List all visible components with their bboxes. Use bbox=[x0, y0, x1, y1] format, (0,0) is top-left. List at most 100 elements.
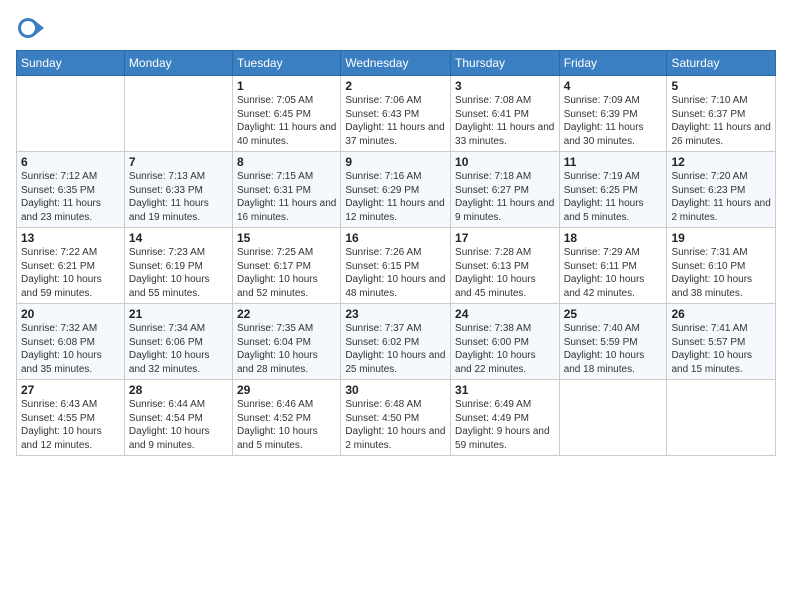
calendar-cell: 15Sunrise: 7:25 AMSunset: 6:17 PMDayligh… bbox=[233, 228, 341, 304]
day-info: Sunrise: 7:05 AMSunset: 6:45 PMDaylight:… bbox=[237, 95, 336, 147]
day-number: 14 bbox=[129, 231, 228, 245]
calendar-cell: 19 Sunrise: 7:31 AMSunset: 6:10 PMDayligh… bbox=[667, 228, 776, 304]
calendar-cell: 26 Sunrise: 7:41 AMSunset: 5:57 PMDayligh… bbox=[667, 304, 776, 380]
header bbox=[16, 10, 776, 42]
calendar-cell: 3 Sunrise: 7:08 AMSunset: 6:41 PMDaylight… bbox=[451, 76, 560, 152]
day-number: 15 bbox=[237, 231, 336, 245]
day-info: Sunrise: 6:48 AMSunset: 4:50 PMDaylight:… bbox=[345, 399, 445, 451]
weekday-header-tuesday: Tuesday bbox=[233, 51, 341, 76]
calendar-cell: 25 Sunrise: 7:40 AMSunset: 5:59 PMDayligh… bbox=[559, 304, 667, 380]
day-number: 13 bbox=[21, 231, 120, 245]
calendar-cell: 23 Sunrise: 7:37 AMSunset: 6:02 PMDayligh… bbox=[341, 304, 451, 380]
day-number: 8 bbox=[237, 155, 336, 169]
day-number: 10 bbox=[455, 155, 555, 169]
day-number: 27 bbox=[21, 383, 120, 397]
day-number: 18 bbox=[564, 231, 663, 245]
day-info: Sunrise: 7:23 AMSunset: 6:19 PMDaylight:… bbox=[129, 247, 210, 299]
day-number: 31 bbox=[455, 383, 555, 397]
calendar-cell: 10 Sunrise: 7:18 AMSunset: 6:27 PMDayligh… bbox=[451, 152, 560, 228]
day-info: Sunrise: 6:44 AMSunset: 4:54 PMDaylight:… bbox=[129, 399, 210, 451]
day-info: Sunrise: 7:19 AMSunset: 6:25 PMDaylight:… bbox=[564, 171, 644, 223]
day-info: Sunrise: 7:41 AMSunset: 5:57 PMDaylight:… bbox=[671, 323, 752, 375]
calendar-cell: 6 Sunrise: 7:12 AMSunset: 6:35 PMDaylight… bbox=[17, 152, 125, 228]
calendar-cell: 20 Sunrise: 7:32 AMSunset: 6:08 PMDayligh… bbox=[17, 304, 125, 380]
day-number: 11 bbox=[564, 155, 663, 169]
calendar-cell: 14 Sunrise: 7:23 AMSunset: 6:19 PMDayligh… bbox=[124, 228, 232, 304]
day-info: Sunrise: 7:40 AMSunset: 5:59 PMDaylight:… bbox=[564, 323, 645, 375]
day-number: 21 bbox=[129, 307, 228, 321]
day-info: Sunrise: 7:12 AMSunset: 6:35 PMDaylight:… bbox=[21, 171, 101, 223]
logo bbox=[16, 14, 48, 42]
day-info: Sunrise: 7:18 AMSunset: 6:27 PMDaylight:… bbox=[455, 171, 554, 223]
day-number: 4 bbox=[564, 79, 663, 93]
day-info: Sunrise: 6:43 AMSunset: 4:55 PMDaylight:… bbox=[21, 399, 102, 451]
day-info: Sunrise: 7:34 AMSunset: 6:06 PMDaylight:… bbox=[129, 323, 210, 375]
weekday-header-friday: Friday bbox=[559, 51, 667, 76]
calendar-cell: 22 Sunrise: 7:35 AMSunset: 6:04 PMDayligh… bbox=[233, 304, 341, 380]
day-info: Sunrise: 7:26 AMSunset: 6:15 PMDaylight:… bbox=[345, 247, 445, 299]
calendar-table: SundayMondayTuesdayWednesdayThursdayFrid… bbox=[16, 50, 776, 456]
calendar-cell: 13Sunrise: 7:22 AMSunset: 6:21 PMDayligh… bbox=[17, 228, 125, 304]
weekday-header-saturday: Saturday bbox=[667, 51, 776, 76]
calendar-cell: 29 Sunrise: 6:46 AMSunset: 4:52 PMDayligh… bbox=[233, 380, 341, 456]
day-number: 22 bbox=[237, 307, 336, 321]
day-number: 3 bbox=[455, 79, 555, 93]
day-number: 25 bbox=[564, 307, 663, 321]
weekday-header-thursday: Thursday bbox=[451, 51, 560, 76]
calendar-cell bbox=[124, 76, 232, 152]
calendar-cell: 30 Sunrise: 6:48 AMSunset: 4:50 PMDayligh… bbox=[341, 380, 451, 456]
day-number: 12 bbox=[671, 155, 771, 169]
day-info: Sunrise: 7:35 AMSunset: 6:04 PMDaylight:… bbox=[237, 323, 318, 375]
day-number: 17 bbox=[455, 231, 555, 245]
day-info: Sunrise: 7:37 AMSunset: 6:02 PMDaylight:… bbox=[345, 323, 445, 375]
calendar-cell: 21 Sunrise: 7:34 AMSunset: 6:06 PMDayligh… bbox=[124, 304, 232, 380]
day-info: Sunrise: 7:38 AMSunset: 6:00 PMDaylight:… bbox=[455, 323, 536, 375]
calendar-cell: 16 Sunrise: 7:26 AMSunset: 6:15 PMDayligh… bbox=[341, 228, 451, 304]
calendar-cell: 31 Sunrise: 6:49 AMSunset: 4:49 PMDayligh… bbox=[451, 380, 560, 456]
day-number: 7 bbox=[129, 155, 228, 169]
day-info: Sunrise: 6:46 AMSunset: 4:52 PMDaylight:… bbox=[237, 399, 318, 451]
day-number: 1 bbox=[237, 79, 336, 93]
day-info: Sunrise: 7:15 AMSunset: 6:31 PMDaylight:… bbox=[237, 171, 336, 223]
calendar-cell bbox=[17, 76, 125, 152]
week-row-3: 20 Sunrise: 7:32 AMSunset: 6:08 PMDayligh… bbox=[17, 304, 776, 380]
day-number: 5 bbox=[671, 79, 771, 93]
day-info: Sunrise: 7:09 AMSunset: 6:39 PMDaylight:… bbox=[564, 95, 644, 147]
day-number: 30 bbox=[345, 383, 446, 397]
day-info: Sunrise: 7:29 AMSunset: 6:11 PMDaylight:… bbox=[564, 247, 645, 299]
calendar-cell: 8 Sunrise: 7:15 AMSunset: 6:31 PMDaylight… bbox=[233, 152, 341, 228]
day-number: 2 bbox=[345, 79, 446, 93]
weekday-header-monday: Monday bbox=[124, 51, 232, 76]
calendar-cell: 4 Sunrise: 7:09 AMSunset: 6:39 PMDaylight… bbox=[559, 76, 667, 152]
day-number: 20 bbox=[21, 307, 120, 321]
weekday-header-sunday: Sunday bbox=[17, 51, 125, 76]
day-number: 28 bbox=[129, 383, 228, 397]
day-number: 29 bbox=[237, 383, 336, 397]
day-number: 19 bbox=[671, 231, 771, 245]
calendar-cell: 27 Sunrise: 6:43 AMSunset: 4:55 PMDayligh… bbox=[17, 380, 125, 456]
weekday-header-row: SundayMondayTuesdayWednesdayThursdayFrid… bbox=[17, 51, 776, 76]
week-row-4: 27 Sunrise: 6:43 AMSunset: 4:55 PMDayligh… bbox=[17, 380, 776, 456]
day-info: Sunrise: 7:31 AMSunset: 6:10 PMDaylight:… bbox=[671, 247, 752, 299]
day-number: 26 bbox=[671, 307, 771, 321]
calendar-cell: 5 Sunrise: 7:10 AMSunset: 6:37 PMDaylight… bbox=[667, 76, 776, 152]
day-info: Sunrise: 7:20 AMSunset: 6:23 PMDaylight:… bbox=[671, 171, 770, 223]
day-info: Sunrise: 7:13 AMSunset: 6:33 PMDaylight:… bbox=[129, 171, 209, 223]
calendar-cell bbox=[559, 380, 667, 456]
weekday-header-wednesday: Wednesday bbox=[341, 51, 451, 76]
logo-icon bbox=[16, 14, 44, 42]
week-row-0: 1 Sunrise: 7:05 AMSunset: 6:45 PMDaylight… bbox=[17, 76, 776, 152]
day-info: Sunrise: 7:10 AMSunset: 6:37 PMDaylight:… bbox=[671, 95, 770, 147]
day-number: 16 bbox=[345, 231, 446, 245]
day-number: 6 bbox=[21, 155, 120, 169]
day-info: Sunrise: 7:08 AMSunset: 6:41 PMDaylight:… bbox=[455, 95, 554, 147]
day-info: Sunrise: 7:06 AMSunset: 6:43 PMDaylight:… bbox=[345, 95, 444, 147]
week-row-1: 6 Sunrise: 7:12 AMSunset: 6:35 PMDaylight… bbox=[17, 152, 776, 228]
calendar-cell: 17 Sunrise: 7:28 AMSunset: 6:13 PMDayligh… bbox=[451, 228, 560, 304]
calendar-cell: 18 Sunrise: 7:29 AMSunset: 6:11 PMDayligh… bbox=[559, 228, 667, 304]
day-info: Sunrise: 7:28 AMSunset: 6:13 PMDaylight:… bbox=[455, 247, 536, 299]
calendar-cell: 1 Sunrise: 7:05 AMSunset: 6:45 PMDaylight… bbox=[233, 76, 341, 152]
day-info: Sunrise: 7:32 AMSunset: 6:08 PMDaylight:… bbox=[21, 323, 102, 375]
day-number: 23 bbox=[345, 307, 446, 321]
day-info: Sunrise: 6:49 AMSunset: 4:49 PMDaylight:… bbox=[455, 399, 550, 451]
